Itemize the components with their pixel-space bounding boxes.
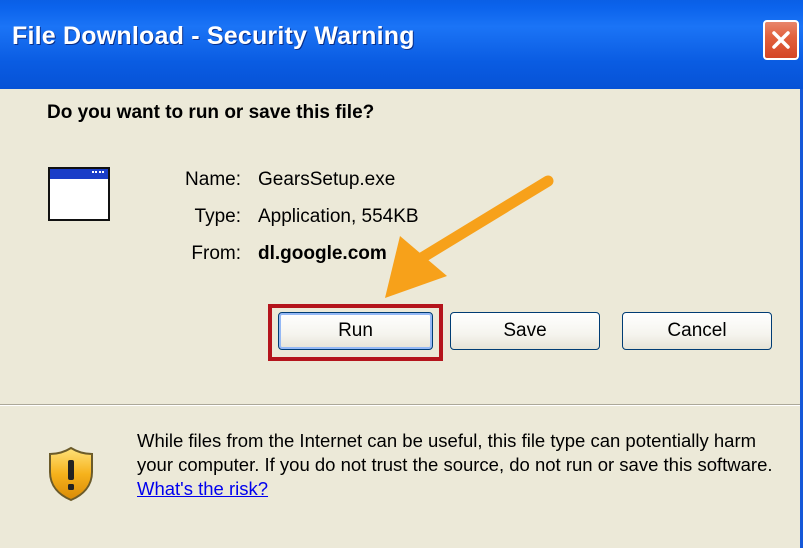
cancel-button[interactable]: Cancel <box>622 312 772 350</box>
run-button[interactable]: Run <box>278 312 433 350</box>
security-shield-icon <box>49 446 93 502</box>
save-button[interactable]: Save <box>450 312 600 350</box>
warning-message: While files from the Internet can be use… <box>137 430 773 475</box>
dialog-heading: Do you want to run or save this file? <box>47 102 375 123</box>
whats-the-risk-link[interactable]: What's the risk? <box>137 478 268 499</box>
dialog-body: Do you want to run or save this file? Na… <box>0 89 803 548</box>
name-value: GearsSetup.exe <box>258 169 396 190</box>
from-value: dl.google.com <box>258 243 387 264</box>
title-bar: File Download - Security Warning <box>0 0 803 89</box>
window-title: File Download - Security Warning <box>12 22 415 50</box>
type-value: Application, 554KB <box>258 206 419 227</box>
from-label: From: <box>191 243 241 264</box>
security-warning-text: While files from the Internet can be use… <box>137 429 787 501</box>
name-label: Name: <box>185 169 241 190</box>
close-icon <box>772 31 790 49</box>
divider <box>0 404 800 406</box>
close-button[interactable] <box>763 20 799 60</box>
type-label: Type: <box>194 206 241 227</box>
